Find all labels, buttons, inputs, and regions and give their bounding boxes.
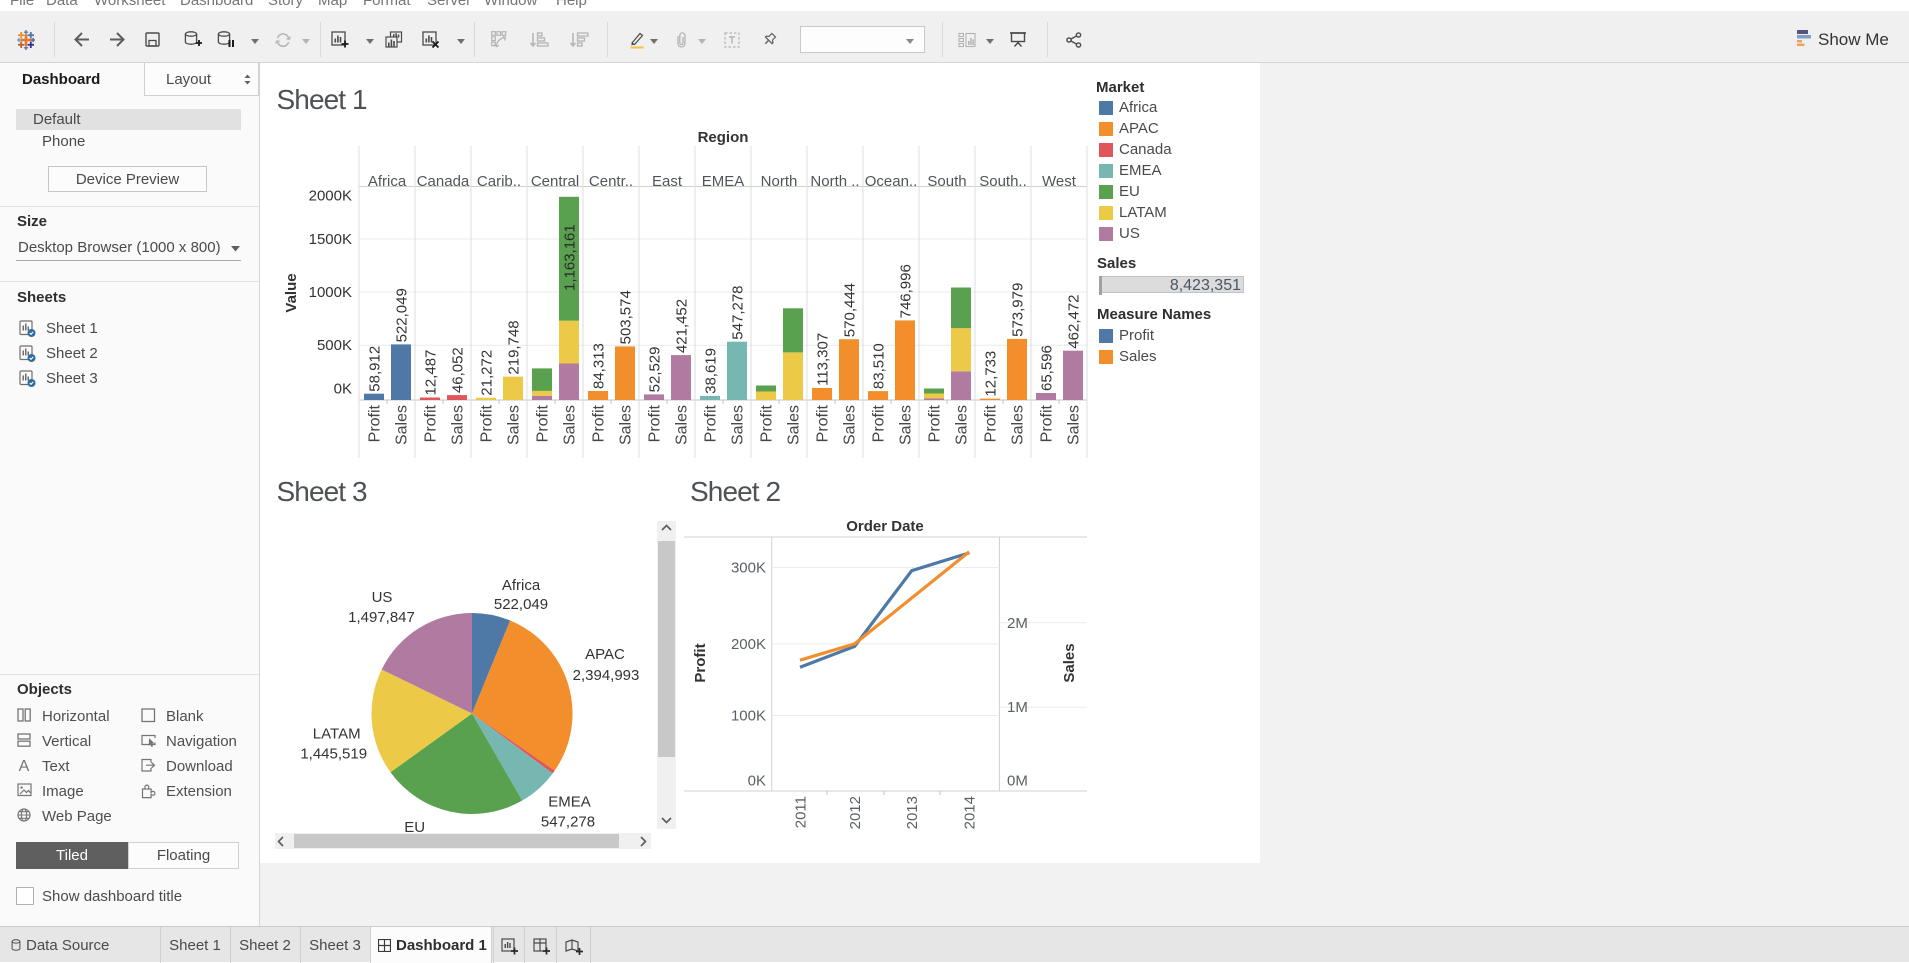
svg-text:Sales: Sales — [674, 405, 691, 445]
svg-text:83,510: 83,510 — [871, 343, 888, 389]
svg-text:Sales: Sales — [450, 405, 467, 445]
svg-text:South: South — [927, 173, 966, 190]
svg-text:462,472: 462,472 — [1066, 294, 1083, 348]
svg-text:1M: 1M — [1007, 699, 1028, 716]
svg-text:Profit: Profit — [927, 404, 944, 442]
svg-text:0M: 0M — [1007, 772, 1028, 789]
svg-text:Order Date: Order Date — [846, 518, 924, 535]
svg-text:1500K: 1500K — [309, 231, 352, 248]
svg-text:Ocean..: Ocean.. — [865, 173, 918, 190]
svg-text:Profit: Profit — [367, 404, 384, 442]
svg-text:Profit: Profit — [591, 404, 608, 442]
svg-text:EMEA: EMEA — [548, 794, 591, 811]
svg-text:421,452: 421,452 — [674, 299, 691, 353]
svg-text:Sales: Sales — [786, 405, 803, 445]
svg-text:Canada: Canada — [417, 173, 470, 190]
svg-text:100K: 100K — [731, 708, 766, 725]
svg-text:300K: 300K — [731, 560, 766, 577]
svg-text:Profit: Profit — [1039, 404, 1056, 442]
svg-text:58,912: 58,912 — [367, 346, 384, 392]
svg-text:Profit: Profit — [815, 404, 832, 442]
svg-text:West: West — [1042, 173, 1077, 190]
svg-text:Profit: Profit — [479, 404, 496, 442]
svg-text:113,307: 113,307 — [815, 333, 832, 386]
svg-text:Sales: Sales — [1010, 405, 1027, 445]
svg-text:1,163,161: 1,163,161 — [562, 224, 579, 291]
svg-text:2011: 2011 — [793, 796, 810, 828]
svg-text:1,497,847: 1,497,847 — [348, 609, 415, 626]
svg-text:65,596: 65,596 — [1039, 345, 1056, 391]
svg-text:Profit: Profit — [692, 643, 709, 682]
svg-text:EMEA: EMEA — [702, 173, 745, 190]
svg-text:12,733: 12,733 — [983, 351, 1000, 397]
svg-text:Sales: Sales — [842, 405, 859, 445]
svg-text:547,278: 547,278 — [541, 814, 595, 831]
svg-text:Profit: Profit — [703, 404, 720, 442]
svg-text:US: US — [372, 589, 393, 606]
svg-text:Value: Value — [283, 273, 300, 312]
svg-text:Profit: Profit — [983, 404, 1000, 442]
svg-text:1000K: 1000K — [309, 284, 352, 301]
svg-text:Africa: Africa — [368, 173, 407, 190]
svg-text:Sales: Sales — [618, 405, 635, 445]
svg-text:APAC: APAC — [585, 646, 625, 663]
svg-text:Carib..: Carib.. — [477, 173, 521, 190]
svg-text:200K: 200K — [731, 636, 766, 653]
svg-text:570,444: 570,444 — [842, 283, 859, 337]
svg-text:Region: Region — [698, 129, 749, 146]
svg-text:Africa: Africa — [502, 577, 541, 594]
svg-text:2M: 2M — [1007, 615, 1028, 632]
svg-text:Sales: Sales — [1061, 643, 1078, 682]
svg-text:Sales: Sales — [730, 405, 747, 445]
svg-text:503,574: 503,574 — [618, 290, 635, 344]
svg-text:Centr..: Centr.. — [589, 173, 633, 190]
svg-text:84,313: 84,313 — [591, 343, 608, 389]
svg-text:East: East — [652, 173, 683, 190]
svg-text:2,394,993: 2,394,993 — [573, 667, 640, 684]
svg-text:LATAM: LATAM — [313, 725, 361, 742]
svg-text:2012: 2012 — [847, 796, 864, 829]
svg-text:500K: 500K — [317, 337, 352, 354]
svg-text:Profit: Profit — [647, 404, 664, 442]
svg-text:38,619: 38,619 — [703, 348, 720, 394]
svg-text:Profit: Profit — [535, 404, 552, 442]
svg-text:522,049: 522,049 — [394, 288, 411, 342]
svg-text:Sales: Sales — [394, 405, 411, 445]
svg-text:North ..: North .. — [810, 173, 859, 190]
svg-text:Sales: Sales — [506, 405, 523, 445]
svg-text:2014: 2014 — [962, 796, 979, 829]
svg-text:Sales: Sales — [1066, 405, 1083, 445]
svg-text:South..: South.. — [979, 173, 1027, 190]
svg-text:Sales: Sales — [562, 405, 579, 445]
svg-text:Profit: Profit — [871, 404, 888, 442]
svg-text:52,529: 52,529 — [647, 347, 664, 393]
svg-text:Central: Central — [531, 173, 579, 190]
svg-text:12,487: 12,487 — [423, 350, 440, 396]
svg-text:46,052: 46,052 — [450, 347, 467, 393]
svg-text:746,996: 746,996 — [898, 264, 915, 318]
svg-text:Profit: Profit — [759, 404, 776, 442]
svg-text:522,049: 522,049 — [494, 596, 548, 613]
svg-text:0K: 0K — [748, 772, 766, 789]
svg-text:547,278: 547,278 — [730, 285, 747, 339]
svg-text:219,748: 219,748 — [506, 320, 523, 374]
svg-text:2013: 2013 — [904, 796, 921, 829]
svg-text:Sales: Sales — [954, 405, 971, 445]
svg-text:North: North — [761, 173, 798, 190]
svg-text:573,979: 573,979 — [1010, 283, 1027, 337]
svg-text:Profit: Profit — [423, 404, 440, 442]
svg-text:1,445,519: 1,445,519 — [300, 746, 367, 763]
svg-text:21,272: 21,272 — [479, 350, 496, 396]
svg-text:2000K: 2000K — [309, 188, 352, 205]
svg-text:A: A — [19, 758, 30, 773]
svg-text:Sales: Sales — [898, 405, 915, 445]
svg-text:0K: 0K — [334, 381, 352, 398]
